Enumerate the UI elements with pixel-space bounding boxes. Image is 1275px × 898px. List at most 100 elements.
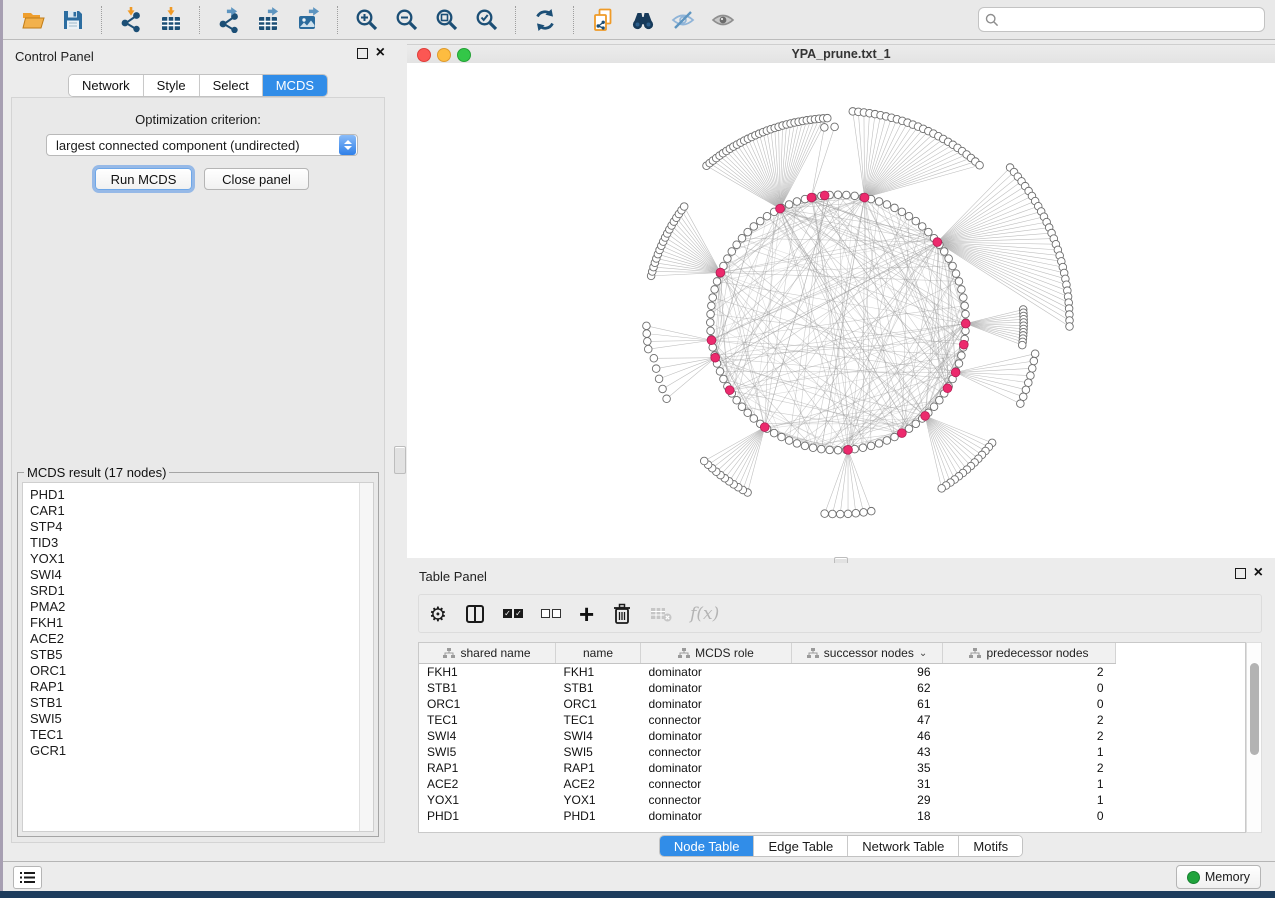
import-network-icon [118, 7, 144, 33]
tab-network-table[interactable]: Network Table [848, 836, 959, 856]
mcds-result-item[interactable]: STP4 [23, 519, 359, 535]
mcds-list-scrollbar[interactable] [359, 483, 373, 831]
table-cell: connector [641, 712, 792, 728]
table-row[interactable]: STB1STB1dominator620 [419, 680, 1116, 696]
export-table-button[interactable] [252, 5, 286, 35]
select-all-columns-button[interactable]: ✓✓ [503, 601, 523, 627]
table-scrollbar[interactable] [1246, 642, 1262, 833]
show-task-history-button[interactable] [13, 866, 42, 889]
optimization-criterion-select[interactable]: largest connected component (undirected) [46, 134, 358, 156]
zoom-in-button[interactable] [350, 5, 384, 35]
zoom-selected-button[interactable] [470, 5, 504, 35]
table-row[interactable]: SWI4SWI4dominator462 [419, 728, 1116, 744]
mcds-result-item[interactable]: STB1 [23, 695, 359, 711]
scrollbar-thumb[interactable] [1250, 663, 1259, 755]
export-network-button[interactable] [212, 5, 246, 35]
network-canvas[interactable] [407, 63, 1275, 558]
table-row[interactable]: ACE2ACE2connector311 [419, 776, 1116, 792]
mcds-result-item[interactable]: YOX1 [23, 551, 359, 567]
refresh-view-button[interactable] [528, 5, 562, 35]
show-columns-button[interactable] [465, 601, 485, 627]
column-header-predecessor-nodes[interactable]: predecessor nodes [943, 643, 1116, 664]
search-network-button[interactable] [626, 5, 660, 35]
mcds-result-item[interactable]: RAP1 [23, 679, 359, 695]
tab-network[interactable]: Network [69, 75, 144, 96]
tab-select[interactable]: Select [200, 75, 263, 96]
refresh-icon [532, 7, 558, 33]
mcds-result-item[interactable]: GCR1 [23, 743, 359, 759]
show-all-button[interactable] [706, 5, 740, 35]
table-cell: STB1 [556, 680, 641, 696]
table-row[interactable]: RAP1RAP1dominator352 [419, 760, 1116, 776]
toolbar-separator [573, 6, 575, 34]
tab-edge-table[interactable]: Edge Table [754, 836, 848, 856]
status-bar: Memory [3, 861, 1275, 891]
table-row[interactable]: SWI5SWI5connector431 [419, 744, 1116, 760]
share-network-document-button[interactable] [586, 5, 620, 35]
create-column-button[interactable]: + [579, 601, 594, 627]
splitter-handle[interactable] [394, 446, 406, 474]
memory-status-icon [1187, 871, 1200, 884]
mcds-result-item[interactable]: SRD1 [23, 583, 359, 599]
column-header-mcds-role[interactable]: MCDS role [641, 643, 792, 664]
mcds-result-item[interactable]: SWI4 [23, 567, 359, 583]
network-graph[interactable] [407, 63, 1275, 558]
import-table-button[interactable] [154, 5, 188, 35]
memory-button[interactable]: Memory [1176, 865, 1261, 889]
mcds-result-item[interactable]: PHD1 [23, 487, 359, 503]
tab-style[interactable]: Style [144, 75, 200, 96]
unselect-all-columns-button[interactable] [541, 601, 561, 627]
table-row[interactable]: YOX1YOX1connector291 [419, 792, 1116, 808]
mcds-result-item[interactable]: CAR1 [23, 503, 359, 519]
mcds-result-item[interactable]: ORC1 [23, 663, 359, 679]
table-row[interactable]: FKH1FKH1dominator962 [419, 664, 1116, 681]
table-cell: 62 [792, 680, 943, 696]
import-network-button[interactable] [114, 5, 148, 35]
tab-node-table[interactable]: Node Table [660, 836, 755, 856]
zoom-fit-button[interactable] [430, 5, 464, 35]
float-panel-icon[interactable] [357, 48, 368, 59]
trash-icon [612, 603, 632, 625]
close-panel-icon[interactable]: × [376, 47, 385, 59]
open-file-button[interactable] [16, 5, 50, 35]
column-header-shared-name[interactable]: shared name [419, 643, 556, 664]
search-input[interactable] [1003, 11, 1258, 28]
table-row[interactable]: PHD1PHD1dominator180 [419, 808, 1116, 824]
vertical-splitter[interactable] [393, 41, 408, 862]
tab-motifs[interactable]: Motifs [959, 836, 1022, 856]
mcds-result-item[interactable]: PMA2 [23, 599, 359, 615]
column-header-name[interactable]: name [556, 643, 641, 664]
mcds-result-item[interactable]: TEC1 [23, 727, 359, 743]
mcds-result-item[interactable]: ACE2 [23, 631, 359, 647]
run-mcds-button[interactable]: Run MCDS [95, 168, 192, 190]
table-cell: ACE2 [556, 776, 641, 792]
app-window: Control Panel × Network Style Select MCD… [3, 0, 1275, 891]
zoom-out-button[interactable] [390, 5, 424, 35]
network-window-title: YPA_prune.txt_1 [407, 47, 1275, 61]
table-cell: dominator [641, 680, 792, 696]
table-cell: 61 [792, 696, 943, 712]
mcds-result-item[interactable]: TID3 [23, 535, 359, 551]
close-panel-button[interactable]: Close panel [204, 168, 309, 190]
hide-selected-button[interactable] [666, 5, 700, 35]
table-row[interactable]: TEC1TEC1connector472 [419, 712, 1116, 728]
mcds-result-item[interactable]: STB5 [23, 647, 359, 663]
delete-column-button[interactable] [612, 601, 632, 627]
float-panel-icon[interactable] [1235, 568, 1246, 579]
selected-criterion: largest connected component (undirected) [47, 138, 339, 153]
export-image-button[interactable] [292, 5, 326, 35]
table-cell: 96 [792, 664, 943, 681]
close-panel-icon[interactable]: × [1254, 567, 1263, 579]
table-cell: PHD1 [556, 808, 641, 824]
mcds-result-item[interactable]: SWI5 [23, 711, 359, 727]
table-row[interactable]: ORC1ORC1dominator610 [419, 696, 1116, 712]
column-header-successor-nodes[interactable]: successor nodes ⌄ [792, 643, 943, 664]
table-options-button[interactable]: ⚙ [429, 601, 447, 627]
table-cell: 2 [943, 712, 1116, 728]
table-cell: PHD1 [419, 808, 556, 824]
tab-mcds[interactable]: MCDS [263, 75, 327, 96]
table-cell: 0 [943, 696, 1116, 712]
mcds-result-item[interactable]: FKH1 [23, 615, 359, 631]
search-field[interactable] [978, 7, 1265, 32]
save-session-button[interactable] [56, 5, 90, 35]
